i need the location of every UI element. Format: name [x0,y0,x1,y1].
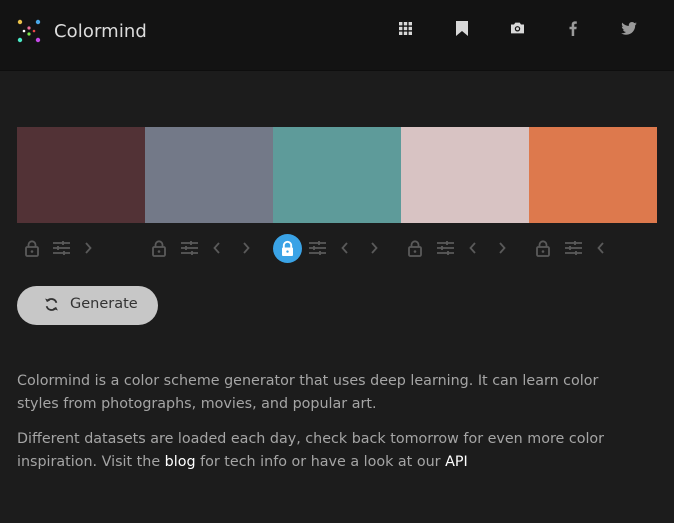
facebook-icon[interactable] [562,18,584,38]
bookmark-icon[interactable] [451,18,473,38]
palette-swatches [17,127,657,223]
chevron-right-icon[interactable] [366,232,382,264]
chevron-left-icon[interactable] [337,232,353,264]
adjust-icon[interactable] [50,232,72,264]
color-swatch-4[interactable] [401,127,529,223]
chevron-left-icon[interactable] [465,232,481,264]
grid-icon[interactable] [394,18,416,38]
api-link[interactable]: API [445,454,468,470]
app-title: Colormind [54,20,147,42]
color-swatch-5[interactable] [529,127,657,223]
color-swatch-2[interactable] [145,127,273,223]
chevron-left-icon[interactable] [209,232,225,264]
color-swatch-3[interactable] [273,127,401,223]
description-datasets: Different datasets are loaded each day, … [17,428,617,474]
lock-icon[interactable] [532,232,554,264]
lock-icon[interactable] [21,232,43,264]
lock-icon[interactable] [404,232,426,264]
twitter-icon[interactable] [618,18,640,38]
lock-icon[interactable] [273,232,302,264]
chevron-left-icon[interactable] [593,232,609,264]
adjust-icon[interactable] [434,232,456,264]
brand[interactable]: Colormind [16,18,147,44]
generate-label: Generate [70,296,138,312]
color-swatch-1[interactable] [17,127,145,223]
chevron-right-icon[interactable] [494,232,510,264]
chevron-right-icon[interactable] [238,232,254,264]
generate-button[interactable]: Generate [17,286,158,325]
description-intro: Colormind is a color scheme generator th… [17,373,599,412]
chevron-right-icon[interactable] [80,232,96,264]
adjust-icon[interactable] [562,232,584,264]
lock-icon[interactable] [148,232,170,264]
refresh-icon [45,298,58,311]
description-datasets-middle: for tech info or have a look at our [195,454,446,470]
swatch-controls [17,232,657,264]
camera-icon[interactable] [506,18,528,38]
adjust-icon[interactable] [306,232,328,264]
header-bar: Colormind [0,0,674,71]
adjust-icon[interactable] [178,232,200,264]
blog-link[interactable]: blog [165,454,196,470]
colormind-logo-icon [17,19,41,43]
